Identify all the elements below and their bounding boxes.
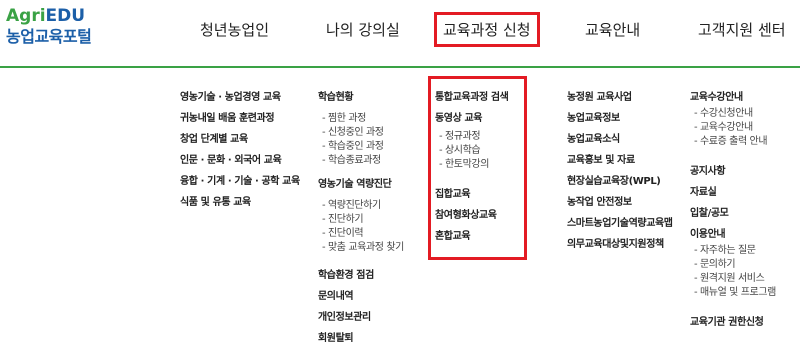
menu-item-bid[interactable]: 입찰/공모: [690, 208, 776, 229]
menu-item[interactable]: 식품 및 유통 교육: [180, 197, 300, 218]
submenu-item[interactable]: 진단하기: [318, 214, 404, 228]
submenu-item[interactable]: 상시학습: [435, 145, 508, 159]
menu-item[interactable]: 영농기술 · 농업경영 교육: [180, 92, 300, 113]
menu-item-archive[interactable]: 자료실: [690, 187, 776, 208]
submenu-education-guide: 농정원 교육사업 농업교육정보 농업교육소식 교육홍보 및 자료 현장실습교육장…: [567, 92, 673, 260]
menu-item[interactable]: 귀농내일 배움 훈련과정: [180, 113, 300, 134]
submenu-my-classroom: 학습현황 찜한 과정 신청중인 과정 학습중인 과정 학습종료과정 영농기술 역…: [318, 92, 404, 354]
menu-item[interactable]: 문의내역: [318, 291, 404, 312]
submenu-item[interactable]: 찜한 과정: [318, 113, 404, 127]
nav-education-guide[interactable]: 교육안내: [585, 19, 640, 40]
nav-course-application[interactable]: 교육과정 신청: [434, 12, 540, 47]
menu-item[interactable]: 교육홍보 및 자료: [567, 155, 673, 176]
menu-item-integrated-search[interactable]: 통합교육과정 검색: [435, 92, 509, 113]
menu-item[interactable]: 학습환경 점검: [318, 270, 404, 291]
nav-my-classroom[interactable]: 나의 강의실: [326, 19, 400, 40]
submenu-item[interactable]: 정규과정: [435, 131, 508, 145]
submenu-customer-support: 교육수강안내 수강신청안내 교육수강안내 수료증 출력 안내 공지사항 자료실 …: [690, 92, 776, 338]
menu-item-institution-auth[interactable]: 교육기관 권한신청: [690, 317, 776, 338]
submenu-item[interactable]: 원격지원 서비스: [690, 273, 776, 287]
main-navigation: 청년농업인 나의 강의실 교육과정 신청 교육안내 고객지원 센터: [0, 0, 800, 62]
menu-item-notice[interactable]: 공지사항: [690, 166, 776, 187]
menu-item-course-guide[interactable]: 교육수강안내: [690, 92, 776, 108]
menu-item-usage-guide[interactable]: 이용안내: [690, 229, 776, 245]
submenu-item[interactable]: 수강신청안내: [690, 108, 776, 122]
menu-item-competency-diagnosis[interactable]: 영농기술 역량진단: [318, 179, 404, 200]
nav-youth-farmer[interactable]: 청년농업인: [200, 19, 269, 40]
menu-item[interactable]: 융합 · 기계 · 기술 · 공학 교육: [180, 176, 300, 197]
submenu-item[interactable]: 진단이력: [318, 228, 404, 242]
submenu-item[interactable]: 신청중인 과정: [318, 127, 404, 141]
submenu-item[interactable]: 자주하는 질문: [690, 245, 776, 259]
menu-item-video-conference-education[interactable]: 참여형화상교육: [435, 210, 508, 231]
menu-item-video-education[interactable]: 동영상 교육: [435, 113, 508, 131]
submenu-item[interactable]: 교육수강안내: [690, 122, 776, 136]
submenu-item[interactable]: 문의하기: [690, 259, 776, 273]
menu-item[interactable]: 농업교육정보: [567, 113, 673, 134]
submenu-item[interactable]: 맞춤 교육과정 찾기: [318, 242, 404, 256]
submenu-item[interactable]: 학습종료과정: [318, 155, 404, 169]
menu-item-blended-education[interactable]: 혼합교육: [435, 231, 508, 252]
menu-item[interactable]: 인문 · 문화 · 외국어 교육: [180, 155, 300, 176]
menu-item[interactable]: 의무교육대상및지원정책: [567, 239, 673, 260]
menu-item-group-education[interactable]: 집합교육: [435, 189, 508, 210]
menu-item[interactable]: 스마트농업기술역량교육맵: [567, 218, 673, 239]
submenu-course-application: 통합교육과정 검색 동영상 교육 정규과정 상시학습 한토막강의 집합교육 참여…: [435, 92, 509, 252]
menu-item[interactable]: 농업교육소식: [567, 134, 673, 155]
menu-item[interactable]: 농작업 안전정보: [567, 197, 673, 218]
menu-item[interactable]: 개인정보관리: [318, 312, 404, 333]
nav-divider: [0, 66, 800, 68]
menu-item[interactable]: 현장실습교육장(WPL): [567, 176, 673, 197]
menu-item[interactable]: 농정원 교육사업: [567, 92, 673, 113]
nav-customer-support[interactable]: 고객지원 센터: [698, 19, 786, 40]
submenu-youth-farmer: 영농기술 · 농업경영 교육 귀농내일 배움 훈련과정 창업 단계별 교육 인문…: [180, 92, 300, 218]
menu-item[interactable]: 창업 단계별 교육: [180, 134, 300, 155]
submenu-item[interactable]: 매뉴얼 및 프로그램: [690, 287, 776, 301]
submenu-item[interactable]: 역량진단하기: [318, 200, 404, 214]
submenu-item[interactable]: 한토막강의: [435, 159, 508, 173]
menu-item[interactable]: 회원탈퇴: [318, 333, 404, 354]
submenu-item[interactable]: 학습중인 과정: [318, 141, 404, 155]
menu-item-learning-status[interactable]: 학습현황: [318, 92, 404, 113]
submenu-item[interactable]: 수료증 출력 안내: [690, 136, 776, 150]
